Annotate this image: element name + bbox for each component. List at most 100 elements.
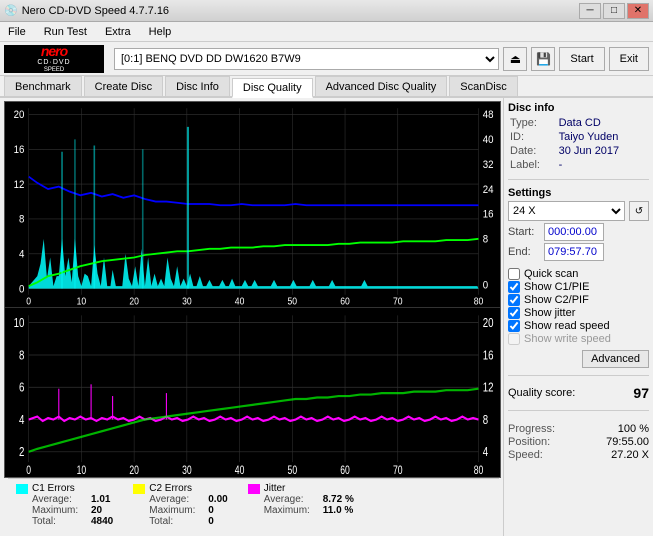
menu-run-test[interactable]: Run Test	[40, 25, 91, 39]
c1-avg-label: Average:	[32, 494, 87, 505]
svg-text:0: 0	[26, 296, 31, 307]
save-button[interactable]: 💾	[531, 47, 555, 71]
svg-text:6: 6	[19, 382, 24, 396]
show-write-speed-row: Show write speed	[508, 333, 649, 345]
show-c1-checkbox[interactable]	[508, 281, 520, 293]
svg-text:80: 80	[474, 465, 484, 477]
exit-button[interactable]: Exit	[609, 47, 649, 71]
progress-value: 100 %	[618, 423, 649, 435]
svg-text:40: 40	[235, 465, 245, 477]
jitter-label: Jitter	[264, 483, 286, 494]
quality-score-value: 97	[633, 385, 649, 401]
svg-text:70: 70	[393, 465, 403, 477]
svg-text:0: 0	[483, 280, 489, 292]
svg-text:8: 8	[483, 234, 489, 246]
menu-extra[interactable]: Extra	[101, 25, 135, 39]
svg-text:2: 2	[19, 446, 24, 460]
refresh-button[interactable]: ↺	[629, 201, 649, 221]
svg-text:20: 20	[483, 317, 494, 331]
svg-text:60: 60	[340, 465, 350, 477]
logo: nero CD·DVDSPEED	[4, 45, 104, 73]
svg-text:70: 70	[393, 296, 403, 307]
legend-jitter: Jitter Average: 8.72 % Maximum: 11.0 %	[248, 483, 354, 527]
svg-text:8: 8	[483, 414, 488, 428]
c1-max-label: Maximum:	[32, 505, 87, 516]
svg-text:50: 50	[288, 465, 298, 477]
svg-text:20: 20	[14, 110, 25, 122]
drive-select[interactable]: [0:1] BENQ DVD DD DW1620 B7W9	[114, 48, 499, 70]
c1-color-box	[16, 484, 28, 494]
svg-text:40: 40	[235, 296, 245, 307]
c1-max-value: 20	[91, 505, 102, 516]
c2-max-label: Maximum:	[149, 505, 204, 516]
speed-row: 4 X8 X16 X24 X32 X40 X48 XMAX ↺	[508, 201, 649, 221]
advanced-button[interactable]: Advanced	[582, 350, 649, 368]
app-title: Nero CD-DVD Speed 4.7.7.16	[22, 5, 169, 17]
start-label: Start:	[508, 226, 544, 238]
show-read-speed-checkbox[interactable]	[508, 320, 520, 332]
svg-text:50: 50	[288, 296, 298, 307]
svg-text:10: 10	[14, 317, 25, 331]
checkboxes-section: Quick scan Show C1/PIE Show C2/PIF Show …	[508, 267, 649, 346]
chart-legend: C1 Errors Average: 1.01 Maximum: 20 Tota…	[8, 478, 499, 531]
divider-1	[508, 179, 649, 180]
show-c2-row: Show C2/PIF	[508, 294, 649, 306]
start-button[interactable]: Start	[559, 47, 604, 71]
quick-scan-checkbox[interactable]	[508, 268, 520, 280]
show-write-speed-checkbox[interactable]	[508, 333, 520, 345]
tab-advanced-disc-quality[interactable]: Advanced Disc Quality	[315, 76, 448, 96]
title-bar: 💿 Nero CD-DVD Speed 4.7.7.16 ─ □ ✕	[0, 0, 653, 22]
svg-text:12: 12	[483, 382, 494, 396]
show-read-speed-label: Show read speed	[524, 320, 610, 332]
show-read-speed-row: Show read speed	[508, 320, 649, 332]
charts-area: 20 16 12 8 4 0 48 40 32 24 16 8 0	[4, 101, 501, 478]
show-c1-row: Show C1/PIE	[508, 281, 649, 293]
speed-row-progress: Speed: 27.20 X	[508, 449, 649, 461]
show-c2-checkbox[interactable]	[508, 294, 520, 306]
jitter-avg-label: Average:	[264, 494, 319, 505]
end-label: End:	[508, 246, 544, 258]
svg-text:12: 12	[14, 179, 25, 191]
divider-2	[508, 375, 649, 376]
id-value: Taiyo Yuden	[557, 130, 649, 144]
svg-text:32: 32	[483, 159, 494, 171]
show-write-speed-label: Show write speed	[524, 333, 611, 345]
tab-disc-quality[interactable]: Disc Quality	[232, 78, 313, 98]
legend-c1-errors: C1 Errors Average: 1.01 Maximum: 20 Tota…	[16, 483, 113, 527]
svg-text:4: 4	[19, 249, 25, 261]
close-button[interactable]: ✕	[627, 3, 649, 19]
end-time-value: 079:57.70	[544, 243, 604, 261]
svg-text:0: 0	[26, 465, 31, 477]
quality-score-row: Quality score: 97	[508, 385, 649, 401]
menu-file[interactable]: File	[4, 25, 30, 39]
minimize-button[interactable]: ─	[579, 3, 601, 19]
maximize-button[interactable]: □	[603, 3, 625, 19]
menu-bar: File Run Test Extra Help	[0, 22, 653, 42]
c1-avg-value: 1.01	[91, 494, 110, 505]
jitter-avg-value: 8.72 %	[323, 494, 354, 505]
svg-text:48: 48	[483, 110, 494, 122]
eject-button[interactable]: ⏏	[503, 47, 527, 71]
c2-total-label: Total:	[149, 516, 204, 527]
svg-text:4: 4	[483, 446, 489, 460]
type-label: Type:	[508, 116, 557, 130]
progress-section: Progress: 100 % Position: 79:55.00 Speed…	[508, 422, 649, 462]
tab-bar: Benchmark Create Disc Disc Info Disc Qua…	[0, 76, 653, 98]
svg-text:16: 16	[14, 144, 25, 156]
svg-text:24: 24	[483, 184, 494, 196]
c2-label: C2 Errors	[149, 483, 192, 494]
start-time-value: 000:00.00	[544, 223, 604, 241]
menu-help[interactable]: Help	[145, 25, 176, 39]
tab-benchmark[interactable]: Benchmark	[4, 76, 82, 96]
tab-create-disc[interactable]: Create Disc	[84, 76, 163, 96]
quick-scan-label: Quick scan	[524, 268, 578, 280]
position-value: 79:55.00	[606, 436, 649, 448]
tab-scandisc[interactable]: ScanDisc	[449, 76, 517, 96]
disc-info-title: Disc info	[508, 102, 649, 114]
show-jitter-checkbox[interactable]	[508, 307, 520, 319]
svg-text:30: 30	[182, 465, 192, 477]
disc-label-value: -	[557, 158, 649, 172]
speed-select[interactable]: 4 X8 X16 X24 X32 X40 X48 XMAX	[508, 201, 625, 221]
tab-disc-info[interactable]: Disc Info	[165, 76, 230, 96]
end-time-row: End: 079:57.70	[508, 243, 649, 261]
